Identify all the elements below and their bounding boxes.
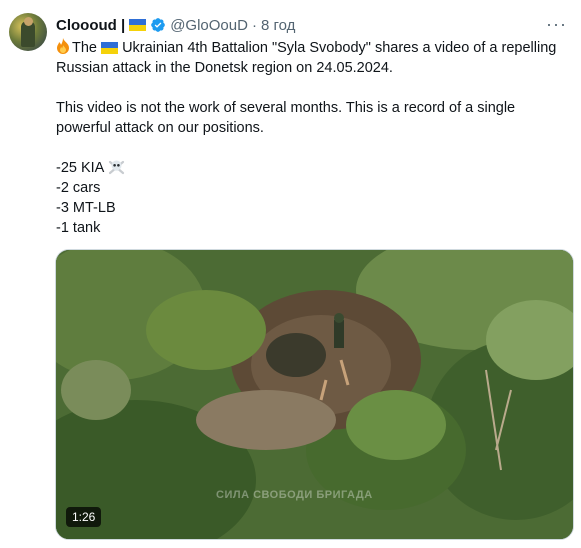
text-line-4: powerful attack on our positions. xyxy=(56,120,264,136)
user-handle[interactable]: @GloOouD xyxy=(170,17,248,34)
separator-dot: · xyxy=(251,16,257,34)
text-line-1-b: Ukrainian 4th Battalion "Syla Svobody" s… xyxy=(122,40,557,56)
stat-cars: -2 cars xyxy=(56,180,101,196)
timestamp[interactable]: 8 год xyxy=(261,17,295,34)
ukraine-flag-icon xyxy=(129,19,147,31)
text-line-1-a: The xyxy=(72,40,97,56)
fire-emoji-icon xyxy=(57,38,69,54)
video-player[interactable]: СИЛА СВОБОДИ БРИГАДА 1:26 xyxy=(55,249,574,540)
more-options-icon[interactable]: ··· xyxy=(546,14,567,35)
text-line-3: This video is not the work of several mo… xyxy=(56,100,516,116)
text-line-2: Russian attack in the Donetsk region on … xyxy=(56,60,393,76)
stat-mtlb: -3 MT-LB xyxy=(56,200,116,216)
video-duration-badge: 1:26 xyxy=(66,507,102,527)
stat-tank: -1 tank xyxy=(56,220,101,236)
stat-kia: -25 KIA xyxy=(56,158,572,178)
tweet-text: The Ukrainian 4th Battalion "Syla Svobod… xyxy=(56,38,572,238)
ukraine-flag-icon xyxy=(101,42,119,55)
tweet-header: Cloooud | @GloOouD · 8 год xyxy=(56,15,295,35)
skull-crossbones-emoji-icon xyxy=(108,160,124,175)
avatar[interactable] xyxy=(9,13,47,51)
stat-kia-text: -25 KIA xyxy=(56,160,104,176)
display-name[interactable]: Cloooud | xyxy=(56,17,125,34)
verified-badge-icon xyxy=(151,18,166,32)
video-watermark: СИЛА СВОБОДИ БРИГАДА xyxy=(216,489,373,501)
text-line-1: The Ukrainian 4th Battalion "Syla Svobod… xyxy=(56,38,572,58)
